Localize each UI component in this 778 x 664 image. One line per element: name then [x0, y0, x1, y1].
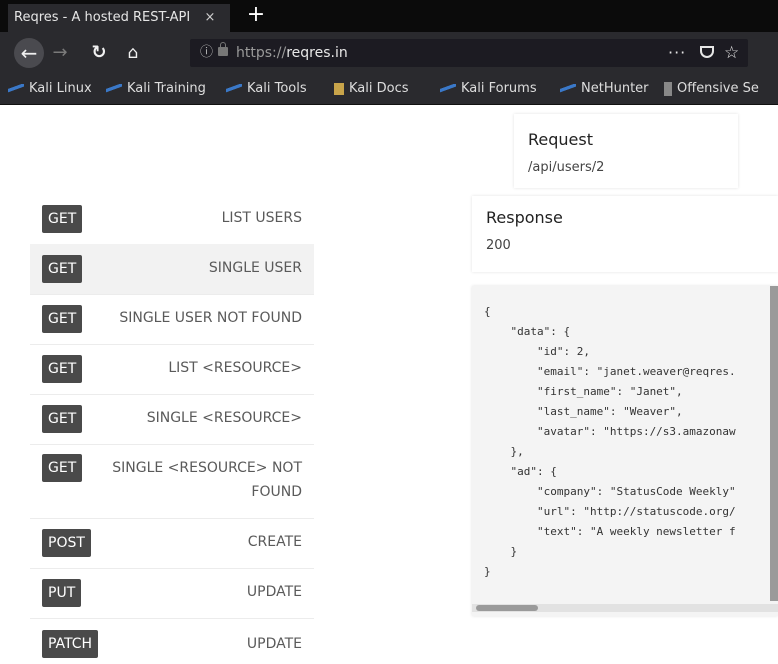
- method-badge: GET: [42, 454, 83, 482]
- endpoint-single-resource[interactable]: GET SINGLE <RESOURCE>: [30, 394, 314, 445]
- endpoint-list-resource[interactable]: GET LIST <RESOURCE>: [30, 344, 314, 395]
- endpoint-label-line2: FOUND: [251, 484, 302, 500]
- method-badge: POST: [42, 529, 91, 557]
- response-body-json: { "data": { "id": 2, "email": "janet.wea…: [484, 305, 736, 578]
- endpoint-label: LIST <RESOURCE>: [168, 360, 302, 376]
- page-actions-menu-icon[interactable]: ···: [668, 39, 686, 67]
- url-scheme: https://: [236, 45, 287, 61]
- response-card: Response 200: [472, 196, 778, 272]
- method-badge: PUT: [42, 579, 82, 607]
- bookmark-kali-tools[interactable]: Kali Tools: [226, 74, 307, 104]
- endpoint-label: SINGLE USER: [208, 260, 302, 276]
- bookmark-label: Offensive Se: [677, 81, 759, 96]
- kali-dragon-icon: [226, 83, 242, 94]
- info-icon[interactable]: ⓘ: [200, 39, 214, 67]
- home-icon: ⌂: [127, 43, 139, 63]
- arrow-right-icon: →: [52, 42, 68, 63]
- lock-icon: [218, 42, 228, 56]
- method-badge: GET: [42, 405, 83, 433]
- close-tab-icon[interactable]: ×: [200, 4, 220, 32]
- endpoint-label: CREATE: [247, 534, 302, 550]
- bookmark-kali-training[interactable]: Kali Training: [106, 74, 206, 104]
- response-body-panel[interactable]: { "data": { "id": 2, "email": "janet.wea…: [472, 286, 778, 616]
- new-tab-button[interactable]: +: [244, 2, 268, 30]
- tab-title: Reqres - A hosted REST-API: [14, 10, 191, 25]
- response-title: Response: [486, 208, 563, 227]
- endpoint-single-user[interactable]: GET SINGLE USER: [30, 244, 314, 295]
- endpoint-single-resource-not-found[interactable]: GET SINGLE <RESOURCE> NOT FOUND: [30, 444, 314, 519]
- endpoint-label: SINGLE <RESOURCE>: [146, 410, 302, 426]
- method-badge: GET: [42, 305, 83, 333]
- bookmarks-toolbar: Kali Linux Kali Training Kali Tools Kali…: [0, 74, 778, 105]
- kali-dragon-icon: [560, 83, 576, 94]
- arrow-left-icon: ←: [20, 41, 38, 65]
- endpoint-label: SINGLE USER NOT FOUND: [119, 310, 302, 326]
- bookmark-label: Kali Linux: [29, 81, 92, 96]
- bookmark-label: Kali Tools: [247, 81, 307, 96]
- kali-dragon-icon: [440, 83, 456, 94]
- request-path: /api/users/2: [528, 160, 605, 175]
- request-card: Request /api/users/2: [514, 114, 738, 188]
- horizontal-scrollbar[interactable]: [472, 604, 778, 612]
- method-badge: GET: [42, 205, 83, 233]
- url-host: reqres.in: [286, 45, 348, 61]
- method-badge: PATCH: [42, 630, 99, 658]
- browser-tab[interactable]: Reqres - A hosted REST-API ×: [8, 4, 230, 32]
- bookmark-offensive-security[interactable]: Offensive Se: [664, 74, 759, 104]
- kali-dragon-icon: [8, 83, 24, 94]
- page-content: GET LIST USERS GET SINGLE USER GET SINGL…: [0, 104, 778, 664]
- vertical-scrollbar[interactable]: [770, 286, 778, 601]
- back-button[interactable]: ←: [14, 38, 44, 68]
- tab-strip: Reqres - A hosted REST-API × +: [0, 0, 778, 32]
- reload-button[interactable]: ↻: [88, 41, 110, 65]
- endpoint-single-user-not-found[interactable]: GET SINGLE USER NOT FOUND: [30, 294, 314, 345]
- method-badge: GET: [42, 355, 83, 383]
- bookmark-nethunter[interactable]: NetHunter: [560, 74, 649, 104]
- bookmark-label: Kali Docs: [349, 81, 409, 96]
- reload-icon: ↻: [91, 42, 107, 63]
- pocket-icon[interactable]: [700, 46, 714, 58]
- bookmark-star-icon[interactable]: ☆: [724, 39, 739, 67]
- doc-icon: [334, 82, 344, 95]
- bookmark-kali-docs[interactable]: Kali Docs: [334, 74, 409, 104]
- endpoint-update-patch[interactable]: PATCH UPDATE: [30, 618, 314, 662]
- offsec-icon: [664, 81, 672, 96]
- bookmark-label: Kali Training: [127, 81, 206, 96]
- bookmark-label: Kali Forums: [461, 81, 537, 96]
- response-status: 200: [486, 238, 511, 253]
- endpoint-label: UPDATE: [246, 584, 302, 600]
- bookmark-kali-forums[interactable]: Kali Forums: [440, 74, 537, 104]
- method-badge: GET: [42, 255, 83, 283]
- forward-button[interactable]: →: [50, 41, 70, 65]
- endpoint-update-put[interactable]: PUT UPDATE: [30, 568, 314, 619]
- endpoint-label: LIST USERS: [221, 210, 302, 226]
- address-bar[interactable]: ⓘ https://reqres.in ··· ☆: [190, 39, 748, 67]
- endpoint-create[interactable]: POST CREATE: [30, 518, 314, 569]
- request-title: Request: [528, 130, 593, 149]
- url-text[interactable]: https://reqres.in: [236, 39, 348, 67]
- bookmark-label: NetHunter: [581, 81, 649, 96]
- home-button[interactable]: ⌂: [122, 41, 144, 65]
- kali-dragon-icon: [106, 83, 122, 94]
- bookmark-kali-linux[interactable]: Kali Linux: [8, 74, 92, 104]
- endpoint-list-users[interactable]: GET LIST USERS: [30, 194, 314, 245]
- endpoint-label: UPDATE: [246, 636, 302, 652]
- navigation-toolbar: ← → ↻ ⌂ ⓘ https://reqres.in ··· ☆: [0, 32, 778, 74]
- endpoint-label-line1: SINGLE <RESOURCE> NOT: [112, 460, 302, 476]
- horizontal-scroll-thumb[interactable]: [476, 605, 538, 611]
